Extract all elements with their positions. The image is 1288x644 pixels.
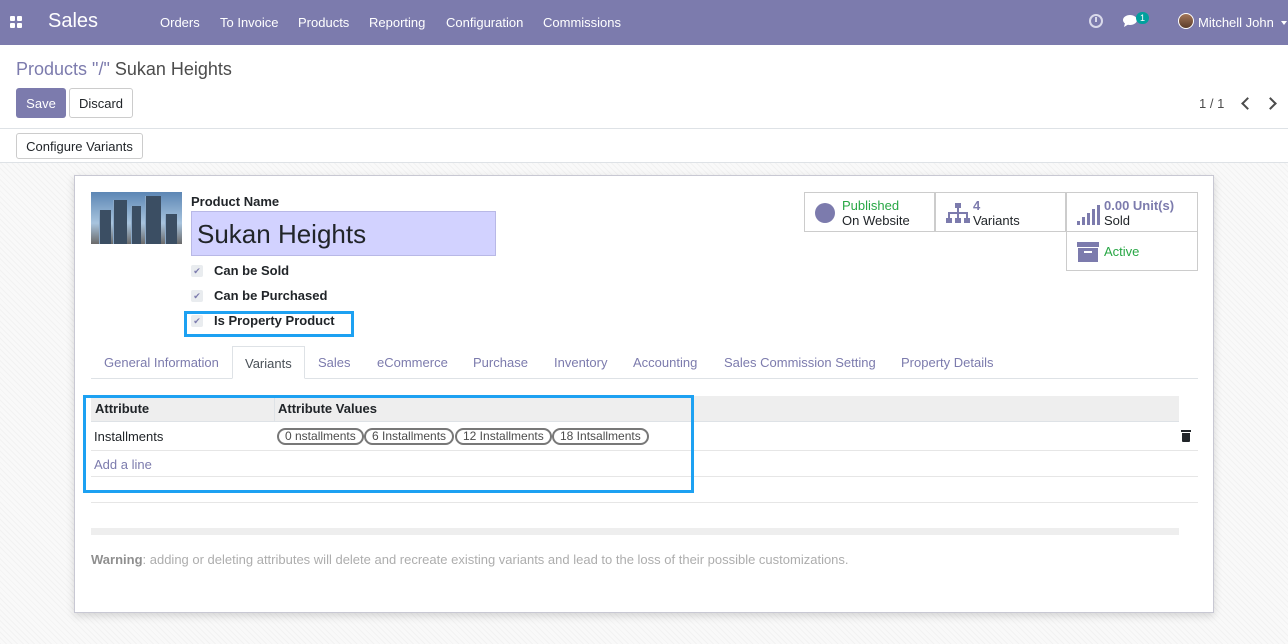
menu-item-commissions[interactable]: Commissions bbox=[543, 15, 621, 30]
tab-sales-commission-setting[interactable]: Sales Commission Setting bbox=[724, 346, 876, 379]
tab-ecommerce[interactable]: eCommerce bbox=[377, 346, 448, 379]
avatar[interactable] bbox=[1178, 13, 1194, 29]
highlight-box-attributes bbox=[83, 395, 694, 493]
menu-item-orders[interactable]: Orders bbox=[160, 15, 200, 30]
product-name-input[interactable]: Sukan Heights bbox=[191, 211, 496, 256]
variants-warning: Warning: adding or deleting attributes w… bbox=[91, 552, 849, 567]
tab-property-details[interactable]: Property Details bbox=[901, 346, 993, 379]
tab-variants[interactable]: Variants bbox=[232, 346, 305, 379]
chevron-left-icon[interactable] bbox=[1239, 96, 1253, 110]
can-be-purchased-label: Can be Purchased bbox=[214, 288, 328, 303]
active-toggle-button[interactable]: Active bbox=[1066, 231, 1198, 271]
sold-value: 0.00 Unit(s) bbox=[1104, 198, 1175, 213]
can-be-sold-checkbox[interactable]: ✔ bbox=[191, 265, 203, 277]
breadcrumb-current: Sukan Heights bbox=[114, 59, 232, 79]
variants-count: 4 bbox=[973, 198, 981, 213]
variants-smart-button[interactable]: 4 Variants bbox=[935, 192, 1066, 232]
trash-icon[interactable] bbox=[1181, 430, 1191, 442]
website-label: On Website bbox=[842, 213, 910, 228]
breadcrumb-products-link[interactable]: Products bbox=[16, 59, 87, 79]
can-be-sold-label: Can be Sold bbox=[214, 263, 290, 278]
signal-bars-icon bbox=[1077, 205, 1100, 225]
website-status: Published bbox=[842, 198, 900, 213]
sold-label: Sold bbox=[1104, 213, 1131, 228]
chevron-right-icon[interactable] bbox=[1265, 96, 1279, 110]
discard-button[interactable]: Discard bbox=[69, 88, 133, 118]
activity-clock-icon[interactable] bbox=[1089, 14, 1103, 28]
form-sheet: Product Name Sukan Heights ✔ Can be Sold… bbox=[74, 175, 1214, 613]
menu-item-products[interactable]: Products bbox=[298, 15, 349, 30]
app-title[interactable]: Sales bbox=[48, 10, 98, 33]
menu-item-to-invoice[interactable]: To Invoice bbox=[220, 15, 279, 30]
chat-count-badge: 1 bbox=[1136, 12, 1150, 24]
breadcrumb-separator: "/" bbox=[87, 59, 115, 79]
row-divider bbox=[91, 502, 1198, 503]
notebook-tabs: General Information Variants Sales eComm… bbox=[91, 346, 1198, 379]
menu-item-reporting[interactable]: Reporting bbox=[369, 15, 425, 30]
sitemap-icon bbox=[946, 203, 970, 223]
tab-purchase[interactable]: Purchase bbox=[473, 346, 528, 379]
globe-icon bbox=[815, 203, 835, 223]
save-button[interactable]: Save bbox=[16, 88, 66, 118]
configure-variants-button[interactable]: Configure Variants bbox=[16, 133, 143, 159]
product-image[interactable] bbox=[91, 192, 182, 244]
control-panel: Products "/" Sukan Heights Save Discard … bbox=[0, 45, 1288, 129]
variants-label: Variants bbox=[973, 213, 1020, 228]
tab-sales[interactable]: Sales bbox=[318, 346, 351, 379]
menu-item-configuration[interactable]: Configuration bbox=[446, 15, 523, 30]
chevron-down-icon[interactable] bbox=[1281, 21, 1287, 25]
pager-value[interactable]: 1 / 1 bbox=[1199, 96, 1224, 111]
archive-icon bbox=[1077, 242, 1099, 262]
sold-smart-button[interactable]: 0.00 Unit(s) Sold bbox=[1066, 192, 1198, 232]
attributes-table-footer bbox=[91, 528, 1179, 535]
website-published-button[interactable]: Published On Website bbox=[804, 192, 935, 232]
warning-text: : adding or deleting attributes will del… bbox=[142, 552, 849, 567]
tab-inventory[interactable]: Inventory bbox=[554, 346, 607, 379]
status-bar: Configure Variants bbox=[0, 129, 1288, 163]
user-name[interactable]: Mitchell John bbox=[1198, 15, 1274, 30]
form-content: Product Name Sukan Heights ✔ Can be Sold… bbox=[0, 163, 1288, 644]
warning-label: Warning bbox=[91, 552, 143, 567]
tab-general-information[interactable]: General Information bbox=[104, 346, 219, 379]
can-be-purchased-checkbox[interactable]: ✔ bbox=[191, 290, 203, 302]
breadcrumb: Products "/" Sukan Heights bbox=[16, 59, 232, 80]
apps-menu-icon[interactable] bbox=[10, 16, 22, 28]
product-name-label: Product Name bbox=[191, 194, 280, 209]
active-label: Active bbox=[1104, 244, 1140, 259]
top-navbar: Sales Orders To Invoice Products Reporti… bbox=[0, 0, 1288, 45]
highlight-box-property bbox=[184, 311, 354, 337]
tab-accounting[interactable]: Accounting bbox=[633, 346, 697, 379]
